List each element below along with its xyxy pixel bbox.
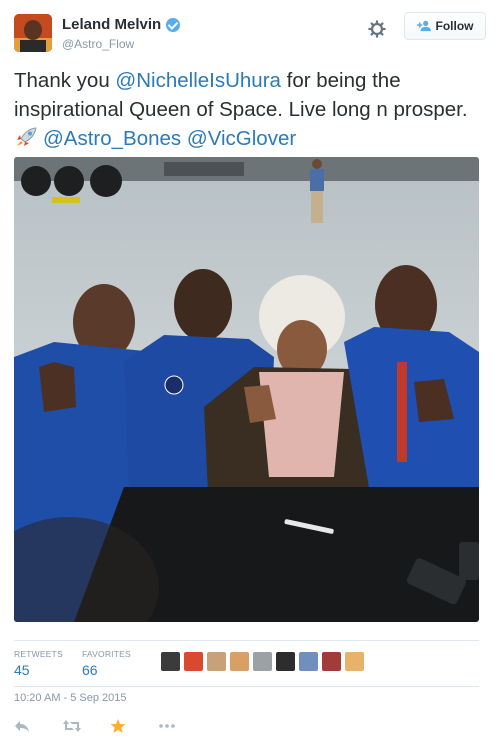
favoriter-avatar[interactable] bbox=[322, 652, 341, 671]
verified-badge-icon bbox=[166, 17, 181, 32]
rocket-icon bbox=[17, 127, 37, 146]
retweets-label: RETWEETS bbox=[14, 649, 63, 659]
photo-image bbox=[14, 157, 479, 622]
user-handle[interactable]: @Astro_Flow bbox=[62, 37, 180, 51]
add-user-icon bbox=[416, 20, 431, 32]
favorites-label: FAVORITES bbox=[82, 649, 131, 659]
tweet-text: Thank you @NichelleIsUhura for being the… bbox=[14, 66, 484, 153]
mention-link[interactable]: @NichelleIsUhura bbox=[115, 69, 281, 92]
tweet-header: Leland Melvin @Astro_Flow Follow bbox=[14, 12, 486, 56]
favoriter-avatar[interactable] bbox=[230, 652, 249, 671]
gear-icon[interactable] bbox=[368, 20, 386, 38]
favorite-button[interactable] bbox=[110, 716, 158, 736]
user-identity[interactable]: Leland Melvin @Astro_Flow bbox=[62, 16, 181, 51]
favoriter-avatar[interactable] bbox=[253, 652, 272, 671]
star-icon bbox=[110, 719, 126, 733]
favoriter-avatar[interactable] bbox=[161, 652, 180, 671]
tweet-photo[interactable] bbox=[14, 157, 479, 622]
reply-icon bbox=[15, 721, 29, 732]
favoriter-avatar[interactable] bbox=[184, 652, 203, 671]
follow-button[interactable]: Follow bbox=[404, 12, 486, 40]
mention-link[interactable]: @Astro_Bones bbox=[43, 127, 181, 150]
tweet-stats: RETWEETS 45 FAVORITES 66 bbox=[14, 640, 479, 687]
favoriter-avatar[interactable] bbox=[276, 652, 295, 671]
favoriter-avatar[interactable] bbox=[345, 652, 364, 671]
more-icon bbox=[159, 724, 175, 728]
favoriter-avatar[interactable] bbox=[299, 652, 318, 671]
retweets-count[interactable]: 45 bbox=[14, 662, 63, 678]
tweet-text-start: Thank you bbox=[14, 69, 116, 92]
retweets-stat[interactable]: RETWEETS 45 bbox=[14, 649, 63, 678]
tweet-actions bbox=[14, 716, 206, 736]
retweet-button[interactable] bbox=[62, 716, 110, 736]
favoriter-avatar[interactable] bbox=[207, 652, 226, 671]
display-name-text[interactable]: Leland Melvin bbox=[62, 16, 161, 33]
mention-link[interactable]: @VicGlover bbox=[187, 127, 296, 150]
favorites-stat[interactable]: FAVORITES 66 bbox=[82, 649, 131, 678]
display-name[interactable]: Leland Melvin bbox=[62, 16, 181, 33]
follow-label: Follow bbox=[435, 19, 474, 33]
retweet-icon bbox=[63, 720, 81, 732]
avatar-image bbox=[14, 14, 52, 52]
avatar[interactable] bbox=[14, 14, 52, 52]
tweet-timestamp[interactable]: 10:20 AM - 5 Sep 2015 bbox=[14, 692, 127, 704]
favorites-count[interactable]: 66 bbox=[82, 662, 131, 678]
favoriter-avatars bbox=[161, 652, 364, 671]
reply-button[interactable] bbox=[14, 716, 62, 736]
more-button[interactable] bbox=[158, 716, 206, 736]
